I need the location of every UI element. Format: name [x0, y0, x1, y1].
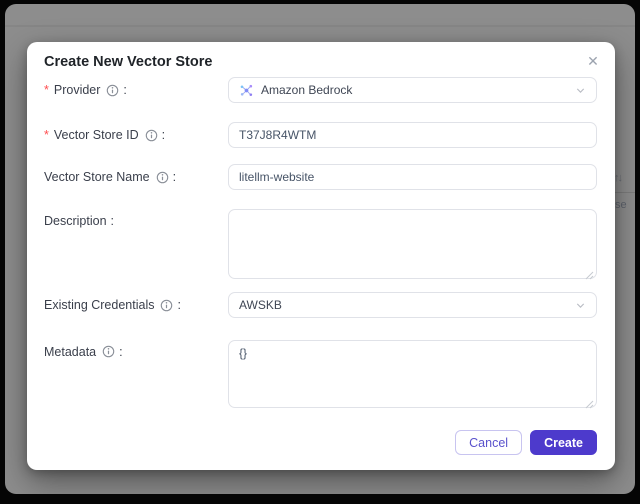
- modal-title: Create New Vector Store: [44, 54, 213, 70]
- existing-credentials-control: AWSKB: [228, 292, 597, 318]
- metadata-label-text: Metadata: [44, 345, 97, 359]
- resize-handle-icon[interactable]: [585, 396, 594, 409]
- vector-store-id-input[interactable]: [228, 122, 597, 148]
- description-row: Description :: [44, 209, 597, 280]
- label-colon: :: [119, 345, 123, 359]
- info-icon[interactable]: [160, 299, 173, 312]
- description-label-text: Description: [44, 214, 107, 228]
- cancel-button[interactable]: Cancel: [455, 430, 523, 455]
- vector-store-id-label-text: Vector Store ID: [53, 128, 139, 142]
- metadata-row: Metadata : {}: [44, 340, 597, 409]
- create-vector-store-modal: Create New Vector Store ✕ * Provider : A…: [27, 42, 615, 470]
- provider-label-text: Provider: [53, 83, 101, 97]
- app-window-backdrop: ↑↓ se Create New Vector Store ✕ * Provid…: [5, 4, 635, 494]
- amazon-bedrock-icon: [239, 83, 254, 98]
- info-icon[interactable]: [102, 345, 115, 358]
- background-partial-text: se: [615, 199, 627, 211]
- metadata-control: {}: [228, 340, 597, 409]
- provider-select[interactable]: Amazon Bedrock: [228, 77, 597, 103]
- label-colon: :: [123, 83, 127, 97]
- existing-credentials-row: Existing Credentials : AWSKB: [44, 292, 597, 318]
- label-colon: :: [110, 214, 115, 228]
- provider-control: Amazon Bedrock: [228, 77, 597, 103]
- chevron-down-icon: [575, 85, 586, 96]
- metadata-textarea[interactable]: {}: [228, 340, 597, 408]
- vector-store-name-input[interactable]: [228, 164, 597, 190]
- vector-store-name-label-text: Vector Store Name: [44, 170, 150, 184]
- vector-store-id-row: * Vector Store ID :: [44, 122, 597, 148]
- vector-store-name-label: Vector Store Name :: [44, 164, 228, 190]
- label-colon: :: [172, 170, 177, 184]
- screen: ↑↓ se Create New Vector Store ✕ * Provid…: [0, 0, 640, 504]
- create-vector-store-form: * Provider : Amazon Bedrock * Vector Sto…: [44, 77, 597, 455]
- provider-select-value: Amazon Bedrock: [261, 83, 353, 97]
- create-button[interactable]: Create: [530, 430, 597, 455]
- label-colon: :: [177, 298, 181, 312]
- required-asterisk: *: [44, 83, 49, 97]
- metadata-label: Metadata :: [44, 340, 228, 408]
- existing-credentials-select[interactable]: AWSKB: [228, 292, 597, 318]
- existing-credentials-label: Existing Credentials :: [44, 292, 228, 318]
- modal-footer: Cancel Create: [44, 430, 597, 455]
- existing-credentials-select-value: AWSKB: [239, 298, 282, 312]
- vector-store-name-control: [228, 164, 597, 190]
- vector-store-name-row: Vector Store Name :: [44, 164, 597, 190]
- required-asterisk: *: [44, 128, 49, 142]
- description-textarea[interactable]: [228, 209, 597, 279]
- description-control: [228, 209, 597, 280]
- resize-handle-icon[interactable]: [585, 267, 594, 280]
- existing-credentials-label-text: Existing Credentials: [44, 298, 155, 312]
- close-icon[interactable]: ✕: [584, 52, 602, 70]
- vector-store-id-control: [228, 122, 597, 148]
- label-colon: :: [161, 128, 166, 142]
- description-label: Description :: [44, 209, 228, 279]
- vector-store-id-label: * Vector Store ID :: [44, 122, 228, 148]
- provider-row: * Provider : Amazon Bedrock: [44, 77, 597, 103]
- provider-label: * Provider :: [44, 77, 228, 103]
- modal-body: Create New Vector Store ✕ * Provider : A…: [27, 42, 615, 470]
- chevron-down-icon: [575, 300, 586, 311]
- info-icon[interactable]: [145, 129, 158, 142]
- info-icon[interactable]: [106, 84, 119, 97]
- sort-icon: ↑↓: [614, 172, 623, 184]
- background-page-divider: [5, 25, 635, 27]
- info-icon[interactable]: [156, 171, 169, 184]
